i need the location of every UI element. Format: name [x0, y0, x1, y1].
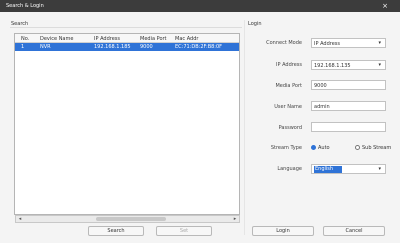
- title-bar: Search & Login ×: [0, 0, 400, 12]
- connect-mode-value: IP Address: [314, 40, 340, 47]
- scroll-left-icon[interactable]: ◂: [16, 216, 24, 222]
- column-header-mac-addr[interactable]: Mac Addr: [175, 36, 198, 42]
- media-port-value: 9000: [314, 82, 327, 89]
- language-select[interactable]: English ▾: [311, 164, 386, 174]
- cell-device-name: NVR: [40, 44, 51, 50]
- search-button[interactable]: Search: [88, 226, 144, 236]
- column-header-no[interactable]: No.: [21, 36, 29, 42]
- column-header-device-name[interactable]: Device Name: [40, 36, 73, 42]
- scroll-right-icon[interactable]: ▸: [231, 216, 239, 222]
- search-section-header: Search: [10, 20, 242, 28]
- stream-type-label: Stream Type: [270, 145, 302, 151]
- column-header-ip-address[interactable]: IP Address: [94, 36, 120, 42]
- radio-unselected-icon: [355, 145, 360, 150]
- search-login-window: Search & Login × Search No. Device Name …: [0, 0, 400, 243]
- table-row[interactable]: 1 NVR 192.168.1.185 9000 EC:71:DB:2F:B8:…: [15, 43, 239, 51]
- dropdown-arrow-icon: ▾: [378, 40, 381, 46]
- cell-no: 1: [21, 44, 25, 50]
- dropdown-arrow-icon: ▾: [378, 166, 381, 172]
- dropdown-arrow-icon: ▾: [378, 62, 381, 68]
- login-section-title: Login: [248, 21, 262, 27]
- search-section-title: Search: [11, 21, 29, 27]
- ip-address-value: 192.168.1.135: [314, 62, 351, 69]
- connect-mode-label: Connect Mode: [266, 40, 302, 46]
- stream-type-sub-label: Sub Stream: [362, 145, 392, 151]
- section-divider: [244, 20, 245, 235]
- connect-mode-select[interactable]: IP Address ▾: [311, 38, 386, 48]
- window-title: Search & Login: [6, 3, 44, 9]
- login-button[interactable]: Login: [252, 226, 314, 236]
- close-icon[interactable]: ×: [380, 2, 390, 10]
- device-table-header: No. Device Name IP Address Media Port Ma…: [15, 34, 239, 43]
- media-port-input[interactable]: 9000: [311, 80, 386, 90]
- horizontal-scrollbar[interactable]: ◂ ▸: [15, 215, 240, 223]
- user-name-value: admin: [314, 103, 330, 110]
- cell-ip-address: 192.168.1.185: [94, 44, 131, 50]
- language-label: Language: [277, 166, 302, 172]
- ip-address-combobox[interactable]: 192.168.1.135 ▾: [311, 60, 386, 70]
- media-port-label: Media Port: [275, 83, 302, 89]
- ip-address-label: IP Address: [276, 62, 302, 68]
- login-section-header: Login: [246, 20, 394, 28]
- password-label: Password: [278, 125, 302, 131]
- cell-media-port: 9000: [140, 44, 153, 50]
- column-header-media-port[interactable]: Media Port: [140, 36, 167, 42]
- stream-type-auto-label: Auto: [318, 145, 330, 151]
- password-input[interactable]: [311, 122, 386, 132]
- set-button[interactable]: Set: [156, 226, 212, 236]
- cancel-button[interactable]: Cancel: [323, 226, 385, 236]
- cell-mac-addr: EC:71:DB:2F:B8:0F: [175, 44, 223, 50]
- user-name-label: User Name: [274, 104, 302, 110]
- stream-type-sub-radio[interactable]: Sub Stream: [355, 145, 391, 151]
- radio-selected-icon: [311, 145, 316, 150]
- language-value: English: [314, 166, 342, 173]
- stream-type-auto-radio[interactable]: Auto: [311, 145, 330, 151]
- device-table: No. Device Name IP Address Media Port Ma…: [14, 33, 240, 215]
- scrollbar-thumb[interactable]: [96, 217, 166, 221]
- user-name-input[interactable]: admin: [311, 101, 386, 111]
